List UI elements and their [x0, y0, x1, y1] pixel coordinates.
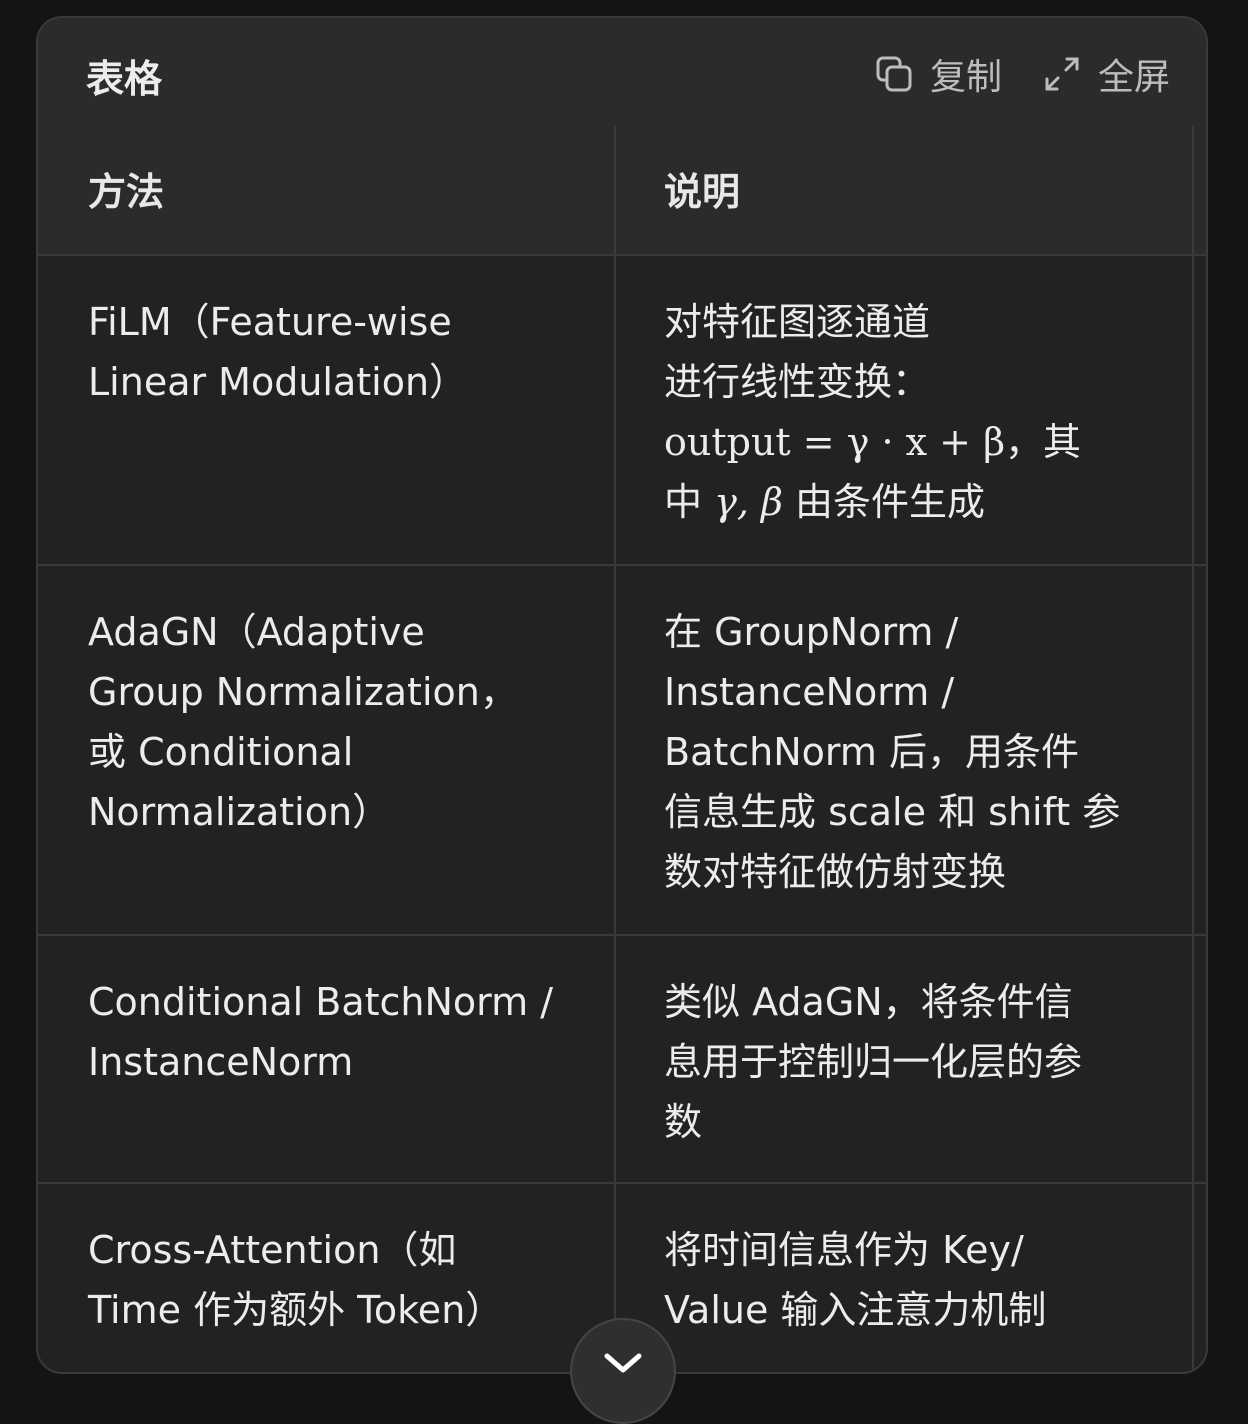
description-line: 中 γ, β 由条件生成: [664, 472, 1164, 532]
method-line: Time 作为额外 Token）: [88, 1288, 504, 1332]
expand-icon: [1042, 54, 1082, 94]
copy-label: 复制: [929, 57, 1002, 98]
card-header: 表格 复制 全屏: [38, 18, 1206, 128]
method-line: Normalization）: [88, 790, 391, 834]
method-cell: AdaGN（Adaptive Group Normalization， 或 Co…: [88, 602, 588, 842]
description-line: 对特征图逐通道: [664, 300, 931, 344]
formula: output = γ · x + β: [664, 420, 1006, 464]
table-row: Conditional BatchNorm / InstanceNorm 类似 …: [38, 936, 1206, 1184]
method-line: Linear Modulation）: [88, 360, 468, 404]
description-cell: 类似 AdaGN，将条件信 息用于控制归一化层的参 数: [664, 972, 1164, 1152]
method-line: AdaGN（Adaptive: [88, 610, 425, 654]
description-cell: 将时间信息作为 Key/ Value 输入注意力机制: [664, 1220, 1164, 1340]
header-actions: 复制 全屏: [874, 48, 1170, 100]
table-card: 表格 复制 全屏 方法 说明 FiLM（Feature-wise Linear …: [36, 16, 1208, 1374]
description-line: output = γ · x + β，其: [664, 412, 1164, 472]
fullscreen-label: 全屏: [1097, 57, 1170, 98]
method-line: 或 Conditional: [88, 730, 354, 774]
table-header-row: 方法 说明: [38, 126, 1206, 256]
method-line: Cross-Attention（如: [88, 1228, 457, 1272]
formula: γ, β: [714, 480, 783, 524]
table-row: FiLM（Feature-wise Linear Modulation） 对特征…: [38, 256, 1206, 566]
method-cell: Cross-Attention（如 Time 作为额外 Token）: [88, 1220, 588, 1340]
copy-button[interactable]: 复制: [874, 48, 1002, 100]
fullscreen-button[interactable]: 全屏: [1042, 48, 1170, 100]
method-cell: Conditional BatchNorm / InstanceNorm: [88, 972, 588, 1092]
scroll-down-button[interactable]: [570, 1318, 676, 1424]
card-title: 表格: [86, 57, 163, 101]
description-line: 信息生成 scale 和 shift 参: [664, 790, 1121, 834]
description-line: BatchNorm 后，用条件: [664, 730, 1079, 774]
description-cell: 对特征图逐通道 进行线性变换： output = γ · x + β，其 中 γ…: [664, 292, 1164, 532]
description-text: ，其: [1005, 420, 1082, 464]
description-line: 类似 AdaGN，将条件信: [664, 980, 1073, 1024]
method-cell: FiLM（Feature-wise Linear Modulation）: [88, 292, 588, 412]
column-divider: [614, 126, 616, 1372]
description-line: Value 输入注意力机制: [664, 1288, 1047, 1332]
column-header-description: 说明: [664, 170, 741, 214]
description-line: 息用于控制归一化层的参: [664, 1040, 1083, 1084]
description-cell: 在 GroupNorm / InstanceNorm / BatchNorm 后…: [664, 602, 1164, 902]
copy-icon: [874, 54, 914, 94]
description-line: 在 GroupNorm /: [664, 610, 959, 654]
method-line: InstanceNorm: [88, 1040, 354, 1084]
description-line: 数: [664, 1100, 703, 1144]
description-text: 由条件生成: [795, 480, 986, 524]
column-divider: [1192, 126, 1194, 1372]
description-text: 中: [664, 480, 703, 524]
chevron-down-icon: [603, 1350, 643, 1422]
table-row: AdaGN（Adaptive Group Normalization， 或 Co…: [38, 566, 1206, 936]
description-line: 数对特征做仿射变换: [664, 850, 1007, 894]
description-line: InstanceNorm /: [664, 670, 955, 714]
description-line: 将时间信息作为 Key/: [664, 1228, 1024, 1272]
column-header-method: 方法: [88, 170, 165, 214]
description-line: 进行线性变换：: [664, 360, 931, 404]
method-line: FiLM（Feature-wise: [88, 300, 452, 344]
method-line: Group Normalization，: [88, 670, 518, 714]
method-line: Conditional BatchNorm /: [88, 980, 554, 1024]
